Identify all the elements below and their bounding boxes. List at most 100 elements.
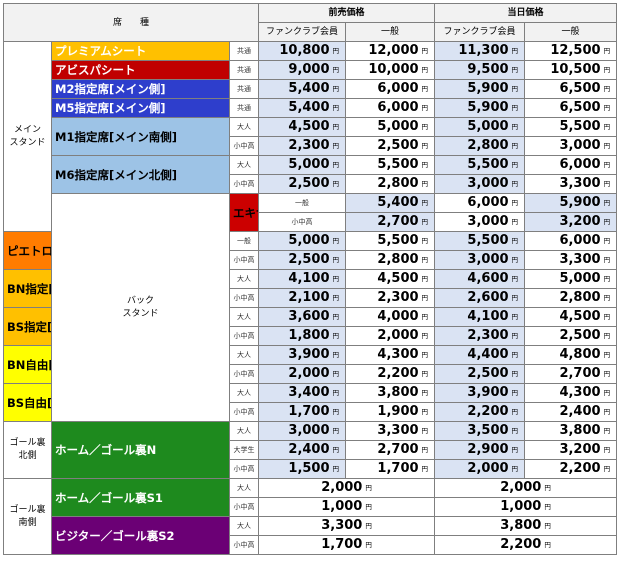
- dayof-fanclub-price: 2,000 円: [434, 459, 526, 479]
- yen-unit: 円: [421, 427, 429, 435]
- price-value: 6,500: [559, 100, 601, 115]
- price-value: 2,700: [559, 366, 601, 381]
- advance-fanclub-header: ファンクラブ会員: [258, 22, 347, 42]
- dayof-general-price: 4,500 円: [524, 307, 618, 327]
- yen-unit: 円: [421, 465, 429, 473]
- dayof-fanclub-price: 5,900 円: [434, 98, 526, 118]
- price-value: 6,500: [559, 81, 601, 96]
- price-value: 2,200: [500, 537, 542, 552]
- yen-unit: 円: [421, 294, 429, 302]
- yen-unit: 円: [421, 199, 429, 207]
- advance-fanclub-price: 2,400 円: [258, 440, 347, 460]
- price-value: 3,800: [500, 518, 542, 533]
- yen-unit: 円: [603, 370, 611, 378]
- price-value: 2,300: [467, 328, 509, 343]
- yen-unit: 円: [603, 218, 611, 226]
- price-value: 11,300: [458, 43, 509, 58]
- price-value: 4,600: [467, 271, 509, 286]
- yen-unit: 円: [511, 389, 519, 397]
- price-value: 5,900: [467, 100, 509, 115]
- price-value: 3,500: [467, 423, 509, 438]
- dayof-fanclub-price: 2,600 円: [434, 288, 526, 308]
- yen-unit: 円: [332, 256, 340, 264]
- dayof-general-price: 4,300 円: [524, 383, 618, 403]
- advance-general-header: 一般: [345, 22, 436, 42]
- age-category: 大人: [228, 269, 260, 289]
- price-value: 10,800: [279, 43, 330, 58]
- age-category: 共通: [228, 41, 260, 61]
- price-value: 5,900: [467, 81, 509, 96]
- price-value: 9,500: [467, 62, 509, 77]
- advance-fanclub-price: 3,900 円: [258, 345, 347, 365]
- yen-unit: 円: [603, 66, 611, 74]
- advance-fanclub-price: 5,400 円: [258, 79, 347, 99]
- dayof-fanclub-price: 5,500 円: [434, 155, 526, 175]
- price-value: 12,500: [550, 43, 601, 58]
- price-value: 1,000: [500, 499, 542, 514]
- age-category: 小中高: [228, 174, 260, 194]
- yen-unit: 円: [332, 275, 340, 283]
- advance-general-price: 2,800 円: [345, 250, 436, 270]
- advance-general-price: 2,000 円: [345, 326, 436, 346]
- area-label-line1: ゴール裏: [9, 438, 46, 448]
- advance-fanclub-price: 5,000 円: [258, 155, 347, 175]
- age-category: 小中高: [228, 250, 260, 270]
- yen-unit: 円: [421, 237, 429, 245]
- dayof-general-price: 6,500 円: [524, 98, 618, 118]
- price-value: 2,900: [467, 442, 509, 457]
- dayof-general-price: 2,200 円: [524, 459, 618, 479]
- price-value: 4,100: [288, 271, 330, 286]
- price-value: 6,000: [467, 195, 509, 210]
- price-value: 5,400: [288, 81, 330, 96]
- price-value: 1,500: [288, 461, 330, 476]
- price-value: 4,500: [559, 309, 601, 324]
- seat-name: BN指定[バック北側]: [3, 269, 52, 308]
- yen-unit: 円: [511, 465, 519, 473]
- age-category: 小中高: [228, 459, 260, 479]
- dayof-general-price: 4,800 円: [524, 345, 618, 365]
- age-category: 大人: [228, 345, 260, 365]
- table-row: M1指定席[メイン南側] 大人 4,500 円 5,000 円 5,000 円 5,500 円: [4, 117, 618, 156]
- table-row: ビジター／ゴール裏S2 大人 3,300 円 3,800 円: [4, 516, 618, 555]
- price-value: 5,500: [377, 233, 419, 248]
- yen-unit: 円: [365, 541, 372, 549]
- age-category: 小中高: [258, 212, 347, 232]
- seat-type-header: 席 種: [2, 3, 260, 42]
- yen-unit: 円: [511, 218, 519, 226]
- age-category: 大人: [228, 478, 260, 498]
- yen-unit: 円: [511, 275, 519, 283]
- yen-unit: 円: [365, 503, 372, 511]
- yen-unit: 円: [332, 237, 340, 245]
- seat-name: BN自由[バック北側]: [3, 345, 52, 384]
- dayof-fanclub-header: ファンクラブ会員: [434, 22, 526, 42]
- dayof-fanclub-price: 11,300 円: [434, 41, 526, 61]
- yen-unit: 円: [511, 85, 519, 93]
- yen-unit: 円: [511, 351, 519, 359]
- price-value: 2,500: [288, 252, 330, 267]
- area-label-line2: 北側: [18, 451, 37, 461]
- table-row: M6指定席[メイン北側] 大人 5,000 円 5,500 円 5,500 円 6,000 円: [4, 155, 618, 194]
- dayof-fanclub-price: 3,000 円: [434, 250, 526, 270]
- table-row: バックスタンドエキサイティングシート一般5,400円6,000円5,900円6,…: [4, 193, 618, 422]
- area-label-line2: 南側: [18, 517, 37, 528]
- age-category: 共通: [228, 98, 260, 118]
- table-row: M5指定席[メイン側] 共通 5,400 円 6,000 円 5,900 円 6,500 円: [4, 98, 618, 118]
- yen-unit: 円: [544, 503, 551, 511]
- age-category: 小中高: [228, 136, 260, 156]
- age-category: 一般: [228, 231, 260, 251]
- dayof-fanclub-price: 3,900 円: [434, 383, 526, 403]
- yen-unit: 円: [511, 446, 519, 454]
- yen-unit: 円: [332, 408, 340, 416]
- age-category: 小中高: [228, 402, 260, 422]
- price-value: 12,000: [368, 43, 419, 58]
- price-value: 2,500: [288, 176, 330, 191]
- dayof-general-price: 6,000 円: [524, 231, 618, 251]
- dayof-general-price: 2,400 円: [524, 402, 618, 422]
- price-value: 5,000: [467, 119, 509, 134]
- price-value: 3,300: [377, 423, 419, 438]
- dayof-general-price: 3,300 円: [524, 174, 618, 194]
- dayof-fanclub-price: 9,500 円: [434, 60, 526, 80]
- yen-unit: 円: [365, 522, 372, 530]
- yen-unit: 円: [603, 275, 611, 283]
- area-label: ゴール裏 南側: [3, 478, 52, 555]
